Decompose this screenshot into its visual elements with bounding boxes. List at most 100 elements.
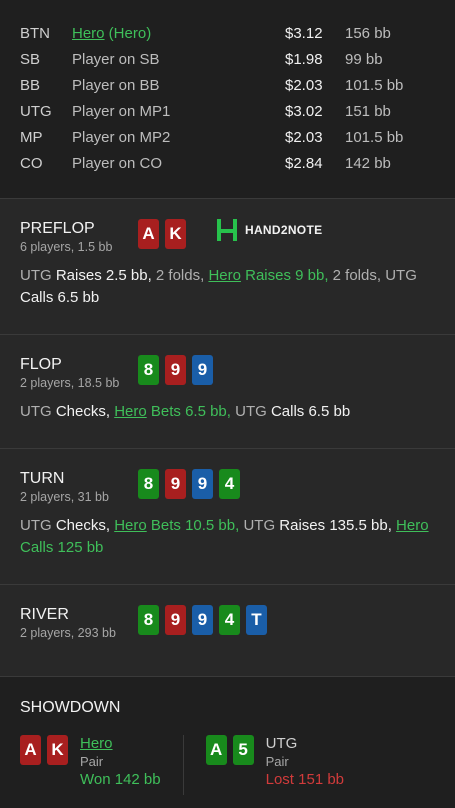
street-header: RIVER 2 players, 293 bb 8 9 9 4 T: [20, 605, 435, 641]
street-summary: 2 players, 18.5 bb: [20, 376, 120, 390]
card: 9: [165, 469, 186, 499]
action-part: UTG: [20, 517, 56, 534]
card: 8: [138, 355, 159, 385]
player-name: Player on MP1: [72, 102, 171, 120]
street-action-text: UTG Checks, Hero Bets 10.5 bb, UTG Raise…: [20, 515, 435, 559]
player-row: BTN Hero (Hero) $3.12 156 bb: [20, 20, 435, 46]
card: 4: [219, 469, 240, 499]
card: K: [47, 735, 68, 765]
action-part: Bets 6.5 bb,: [146, 403, 231, 420]
street-turn: TURN 2 players, 31 bb 8 9 9 4 UTG Checks, Hero…: [0, 449, 455, 585]
player-stack-bb: 142 bb: [345, 154, 391, 172]
action-part: Checks,: [55, 517, 115, 534]
card: 9: [165, 605, 186, 635]
street-preflop: PREFLOP 6 players, 1.5 bb A K HAND2NOTE UTG R…: [0, 199, 455, 335]
card: A: [20, 735, 41, 765]
player-stack-bb: 101.5 bb: [345, 128, 404, 146]
card: 9: [192, 605, 213, 635]
street-flop: FLOP 2 players, 18.5 bb 8 9 9 UTG Checks, Her…: [0, 335, 455, 449]
showdown-row: A K Hero Pair Won 142 bb A 5 UTG Pair Lost 151 bb: [20, 735, 435, 795]
player-stack: $3.12: [285, 24, 323, 42]
street-action-text: UTG Checks, Hero Bets 6.5 bb, UTG Calls …: [20, 401, 435, 423]
player-stack-bb: 99 bb: [345, 50, 383, 68]
card: A: [138, 219, 159, 249]
showdown-hand: Pair: [80, 754, 104, 769]
card: 8: [138, 605, 159, 635]
action-part: UTG: [239, 517, 280, 534]
player-row: UTG Player on MP1 $3.02 151 bb: [20, 98, 435, 124]
logo-text: HAND2NOTE: [245, 223, 323, 237]
hero-link[interactable]: Hero: [396, 517, 429, 534]
player-name: Player on SB: [72, 50, 160, 68]
player-stack: $2.03: [285, 128, 323, 146]
street-action-text: UTG Raises 2.5 bb, 2 folds, Hero Raises …: [20, 265, 435, 309]
action-part: UTG: [230, 403, 271, 420]
street-header: TURN 2 players, 31 bb 8 9 9 4: [20, 469, 435, 505]
hero-link[interactable]: Hero: [208, 267, 241, 284]
showdown-hand: Pair: [265, 754, 289, 769]
street-title-block: PREFLOP 6 players, 1.5 bb: [20, 219, 138, 255]
street-name: TURN: [20, 470, 65, 487]
action-part: UTG: [20, 403, 56, 420]
card: T: [246, 605, 267, 635]
action-part: Checks,: [55, 403, 115, 420]
action-part: 2 folds, UTG: [328, 267, 417, 284]
card: 9: [165, 355, 186, 385]
street-cards: 8994T: [138, 605, 267, 635]
card: 4: [219, 605, 240, 635]
card: A: [205, 735, 227, 765]
player-row: MP Player on MP2 $2.03 101.5 bb: [20, 124, 435, 150]
action-part: Calls 6.5 bb: [20, 289, 100, 306]
street-cards: AK: [138, 219, 186, 249]
street-header: FLOP 2 players, 18.5 bb 8 9 9: [20, 355, 435, 391]
logo-bar-mid: [221, 229, 233, 233]
player-stack: $2.84: [285, 154, 323, 172]
hero-link[interactable]: Hero: [114, 517, 147, 534]
showdown-player: A K Hero Pair Won 142 bb: [20, 735, 161, 795]
hero-name-link[interactable]: Hero (Hero): [72, 25, 285, 42]
hero-link[interactable]: Hero: [114, 403, 147, 420]
street-title-block: RIVER 2 players, 293 bb: [20, 605, 138, 641]
hero-link[interactable]: Hero: [72, 25, 105, 42]
showdown-result: Won 142 bb: [80, 771, 161, 788]
card: K: [165, 219, 186, 249]
action-part: Raises 135.5 bb,: [279, 517, 392, 534]
showdown-player: A 5 UTG Pair Lost 151 bb: [205, 735, 345, 795]
showdown-divider: [182, 735, 184, 795]
showdown-cards: AK: [20, 735, 68, 795]
hand2note-logo: HAND2NOTE: [217, 219, 322, 241]
street-river: RIVER 2 players, 293 bb 8 9 9 4 T: [0, 585, 455, 677]
showdown-player-name: UTG: [265, 735, 298, 752]
player-name: Player on MP2: [72, 128, 171, 146]
hand2note-logo-icon: [217, 219, 237, 241]
street-name: PREFLOP: [20, 220, 95, 237]
card: 9: [192, 355, 213, 385]
hand-history-panel: BTN Hero (Hero) $3.12 156 bb SB Player on SB $…: [0, 0, 455, 808]
showdown-title: SHOWDOWN: [20, 699, 121, 716]
player-position: MP: [20, 128, 43, 146]
player-row: BB Player on BB $2.03 101.5 bb: [20, 72, 435, 98]
action-part: Bets 10.5 bb,: [146, 517, 240, 534]
player-name: Player on CO: [72, 154, 163, 172]
player-stack: $1.98: [285, 50, 323, 68]
action-part: Calls 125 bb: [20, 539, 104, 556]
hero-link[interactable]: Hero: [80, 735, 161, 753]
street-cards: 8994: [138, 469, 240, 499]
street-name: FLOP: [20, 356, 62, 373]
action-part: Raises 9 bb,: [240, 267, 329, 284]
street-summary: 2 players, 31 bb: [20, 490, 109, 504]
showdown-section: SHOWDOWN A K Hero Pair Won 142 bb A 5 UTG Pair Lo…: [0, 677, 455, 808]
street-summary: 2 players, 293 bb: [20, 626, 116, 640]
showdown-info: Hero Pair Won 142 bb: [80, 735, 161, 795]
player-stack: $3.02: [285, 102, 323, 120]
player-position: UTG: [20, 102, 52, 120]
showdown-cards: A5: [205, 735, 254, 795]
player-position: SB: [20, 50, 41, 68]
card: 8: [138, 469, 159, 499]
action-part: 2 folds,: [151, 267, 209, 284]
showdown-result: Lost 151 bb: [265, 771, 345, 788]
player-stack: $2.03: [285, 76, 323, 94]
card: 5: [232, 735, 254, 765]
player-position: BB: [20, 76, 41, 94]
streets: PREFLOP 6 players, 1.5 bb A K HAND2NOTE UTG R…: [0, 199, 455, 677]
